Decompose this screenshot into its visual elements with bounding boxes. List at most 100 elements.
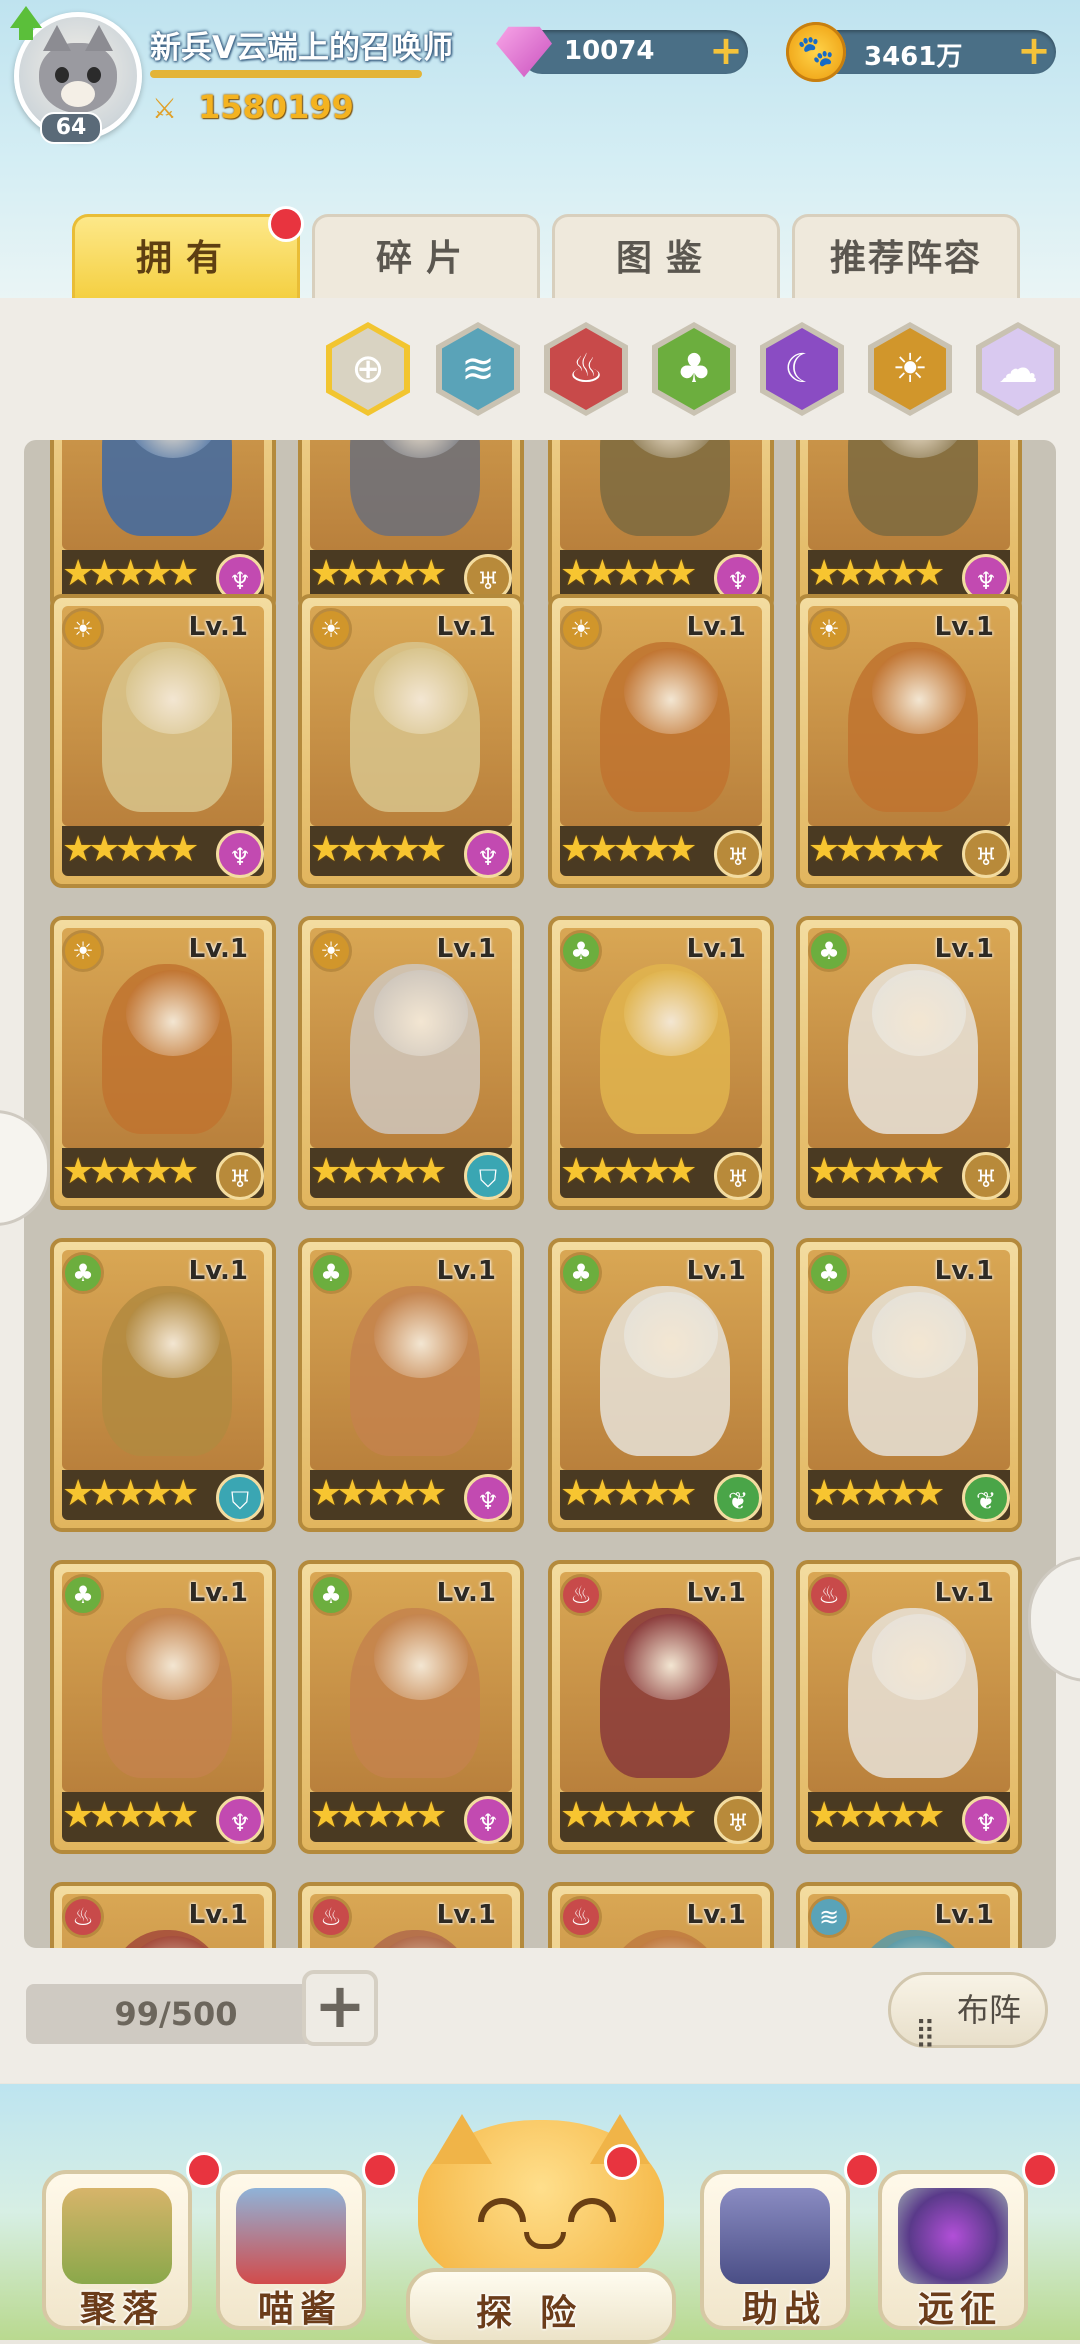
- hero-card[interactable]: ♨ Lv.1 ★★★★★ ♆: [796, 1560, 1022, 1854]
- all-element-icon: ⊕: [332, 328, 404, 410]
- nav-assist-badge: [844, 2152, 880, 2188]
- hero-level: Lv.1: [934, 1578, 994, 1608]
- hero-element-icon: ♨: [560, 1574, 602, 1616]
- nav-expedition-label: 远征: [918, 2289, 1003, 2330]
- hero-level: Lv.1: [188, 1578, 248, 1608]
- hero-card[interactable]: ♣ Lv.1 ★★★★★ ♆: [298, 1560, 524, 1854]
- hero-element-icon: ♨: [808, 1574, 850, 1616]
- tab-owned[interactable]: 拥有: [72, 214, 300, 301]
- hero-class-icon: ♆: [962, 1796, 1010, 1844]
- hero-card[interactable]: ☀ Lv.1 ★★★★★ ♅: [548, 594, 774, 888]
- hero-element-icon: ♣: [560, 930, 602, 972]
- hero-card[interactable]: ☀ Lv.1 ★★★★★ ⛉: [298, 916, 524, 1210]
- dark-element-icon: ☾: [766, 328, 838, 410]
- hero-portrait: [808, 440, 1010, 550]
- light-element-icon: ☀: [874, 328, 946, 410]
- hero-stars: ★★★★★: [62, 1795, 199, 1836]
- hero-element-icon: ♣: [808, 1252, 850, 1294]
- hero-card[interactable]: ☀ Lv.1 ★★★★★ ♅: [796, 594, 1022, 888]
- hero-element-icon: ☀: [310, 930, 352, 972]
- hero-card[interactable]: ♣ Lv.1 ★★★★★ ♆: [50, 1560, 276, 1854]
- hero-stars: ★★★★★: [62, 553, 199, 594]
- rainbow-element-icon: ☁: [982, 328, 1054, 410]
- hero-element-icon: ♨: [62, 1896, 104, 1938]
- add-coins-button[interactable]: +: [1016, 31, 1052, 71]
- hero-element-icon: ♣: [62, 1252, 104, 1294]
- combat-power: 1580199: [198, 88, 354, 126]
- hero-level: Lv.1: [686, 1256, 746, 1286]
- formation-button[interactable]: ⣿ 布阵: [888, 1972, 1048, 2048]
- hero-card[interactable]: ☀ Lv.1 ★★★★★ ♅: [50, 916, 276, 1210]
- hero-class-icon: ⛉: [216, 1474, 264, 1522]
- hero-element-icon: ♣: [62, 1574, 104, 1616]
- hero-card[interactable]: ♨ Lv.1: [298, 1882, 524, 1948]
- hero-element-icon: ♣: [808, 930, 850, 972]
- nav-assist-label: 助战: [742, 2289, 827, 2330]
- hero-portrait: [310, 440, 512, 550]
- hero-card[interactable]: ★★★★★ ♆: [548, 440, 774, 612]
- hero-card[interactable]: ★★★★★ ♆: [796, 440, 1022, 612]
- hero-class-icon: ♆: [216, 830, 264, 878]
- hero-element-icon: ☀: [62, 608, 104, 650]
- portal-icon: [898, 2188, 1008, 2284]
- hero-card[interactable]: ♣ Lv.1 ★★★★★ ❦: [548, 1238, 774, 1532]
- paw-coin-icon: 🐾: [786, 22, 846, 82]
- hero-card[interactable]: ♣ Lv.1 ★★★★★ ❦: [796, 1238, 1022, 1532]
- coin-count: 3461万: [864, 42, 963, 72]
- hero-card[interactable]: ♨ Lv.1: [50, 1882, 276, 1948]
- avatar-cat-icon: [39, 25, 117, 113]
- hero-card[interactable]: ♣ Lv.1 ★★★★★ ♅: [548, 916, 774, 1210]
- hero-card[interactable]: ♣ Lv.1 ★★★★★ ⛉: [50, 1238, 276, 1532]
- tab-fragments[interactable]: 碎片: [312, 214, 540, 301]
- hero-element-icon: ☀: [310, 608, 352, 650]
- formation-label: 布阵: [957, 1991, 1022, 2029]
- hero-element-icon: ≋: [808, 1896, 850, 1938]
- player-name: 新兵V云端上的召唤师: [150, 30, 453, 66]
- nav-meow-label: 喵酱: [258, 2289, 343, 2330]
- hero-element-icon: ♨: [310, 1896, 352, 1938]
- expand-capacity-button[interactable]: +: [302, 1970, 378, 2046]
- hero-element-icon: ☀: [62, 930, 104, 972]
- hero-card[interactable]: ♨ Lv.1 ★★★★★ ♅: [548, 1560, 774, 1854]
- nav-settlement-label: 聚落: [80, 2289, 165, 2330]
- tab-recommended-lineup[interactable]: 推荐阵容: [792, 214, 1020, 301]
- nav-explore-label: 探险: [476, 2293, 605, 2334]
- hero-class-icon: ♅: [962, 1152, 1010, 1200]
- tab-recommended-label: 推荐阵容: [829, 238, 982, 279]
- hero-card[interactable]: ♣ Lv.1 ★★★★★ ♆: [298, 1238, 524, 1532]
- hero-card[interactable]: ☀ Lv.1 ★★★★★ ♆: [50, 594, 276, 888]
- formation-grid-icon: ⣿: [915, 2015, 936, 2048]
- gem-icon: [496, 26, 552, 78]
- hero-level: Lv.1: [436, 1578, 496, 1608]
- hero-card[interactable]: ★★★★★ ♅: [298, 440, 524, 612]
- hero-element-icon: ☀: [808, 608, 850, 650]
- crossed-swords-icon: ⚔: [152, 92, 178, 125]
- wood-element-icon: ♣: [658, 328, 730, 410]
- hero-class-icon: ♆: [464, 830, 512, 878]
- hero-element-icon: ♣: [560, 1252, 602, 1294]
- player-level-badge: 64: [40, 112, 102, 144]
- coin-resource-bar: 🐾 3461万 +: [786, 22, 1056, 82]
- hero-stars: ★★★★★: [310, 829, 447, 870]
- hero-element-icon: ♣: [310, 1574, 352, 1616]
- hero-stars: ★★★★★: [808, 1473, 945, 1514]
- hero-card[interactable]: ♨ Lv.1: [548, 1882, 774, 1948]
- top-header: 64 新兵V云端上的召唤师 ⚔ 1580199 10074 + 🐾 3461万 …: [0, 0, 1080, 301]
- hero-element-icon: ♨: [560, 1896, 602, 1938]
- hero-card[interactable]: ≋ Lv.1: [796, 1882, 1022, 1948]
- add-gems-button[interactable]: +: [708, 31, 744, 71]
- hero-element-icon: ☀: [560, 608, 602, 650]
- hero-card[interactable]: ☀ Lv.1 ★★★★★ ♆: [298, 594, 524, 888]
- hero-level: Lv.1: [934, 1900, 994, 1930]
- hero-class-icon: ♆: [464, 1796, 512, 1844]
- hero-card[interactable]: ★★★★★ ♆: [50, 440, 276, 612]
- hero-stars: ★★★★★: [62, 1151, 199, 1192]
- hero-capacity: 99/500: [26, 1984, 326, 2044]
- hero-level: Lv.1: [436, 1900, 496, 1930]
- hero-stars: ★★★★★: [310, 1795, 447, 1836]
- hero-card[interactable]: ♣ Lv.1 ★★★★★ ♅: [796, 916, 1022, 1210]
- hero-level: Lv.1: [188, 1900, 248, 1930]
- nav-explore[interactable]: 探险: [396, 2108, 686, 2344]
- hero-class-icon: ❦: [962, 1474, 1010, 1522]
- tab-codex[interactable]: 图鉴: [552, 214, 780, 301]
